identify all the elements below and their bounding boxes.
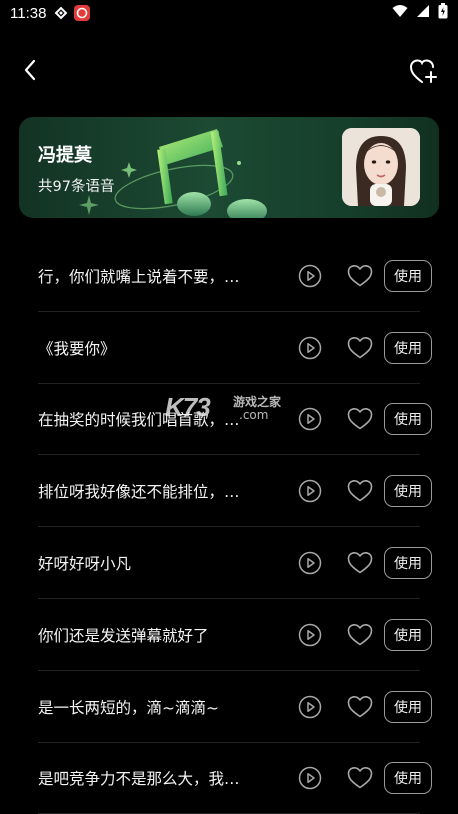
use-button[interactable]: 使用: [384, 403, 432, 436]
battery-icon: [438, 3, 448, 23]
heart-outline-icon: [347, 480, 373, 507]
voice-title: 在抽奖的时候我们唱首歌，…: [38, 411, 240, 430]
red-app-badge-icon: [74, 5, 91, 21]
like-button[interactable]: [347, 695, 373, 719]
play-circle-icon: [298, 767, 322, 794]
banner-name: 冯提莫: [38, 145, 92, 166]
voice-title: 你们还是发送弹幕就好了: [38, 626, 209, 645]
play-circle-icon: [298, 623, 322, 651]
play-button[interactable]: [298, 336, 322, 360]
heart-outline-icon: [347, 552, 373, 579]
play-button[interactable]: [298, 264, 322, 288]
like-button[interactable]: [347, 479, 373, 503]
banner-voice-count: 共97条语音: [38, 179, 115, 195]
heart-plus-icon: [409, 59, 437, 83]
chevron-left-icon: [24, 59, 36, 81]
list-item[interactable]: 是吧竞争力不是那么大，我… 使用: [0, 743, 458, 814]
voice-title: 好呀好呀小凡: [38, 555, 132, 574]
heart-outline-icon: [347, 767, 373, 794]
music-note-decoration-icon: [79, 129, 267, 218]
play-button[interactable]: [298, 623, 322, 647]
use-button[interactable]: 使用: [384, 331, 432, 364]
status-time: 11:38: [10, 4, 47, 22]
signal-icon: [416, 4, 430, 22]
use-button[interactable]: 使用: [384, 547, 432, 580]
voice-title: 是一长两短的，滴~滴滴~: [38, 698, 219, 717]
play-button[interactable]: [298, 551, 322, 575]
like-button[interactable]: [347, 336, 373, 360]
play-button[interactable]: [298, 407, 322, 431]
list-item[interactable]: 好呀好呀小凡 使用: [0, 527, 458, 599]
avatar: [342, 128, 420, 206]
voice-title: 《我要你》: [38, 339, 116, 358]
list-item[interactable]: 你们还是发送弹幕就好了 使用: [0, 599, 458, 671]
voice-title: 行，你们就嘴上说着不要，…: [38, 267, 240, 286]
heart-outline-icon: [347, 336, 373, 364]
voice-title: 是吧竞争力不是那么大，我…: [38, 770, 240, 789]
like-button[interactable]: [347, 623, 373, 647]
voice-title: 排位呀我好像还不能排位，…: [38, 483, 240, 502]
heart-outline-icon: [347, 623, 373, 651]
status-indicators: [392, 3, 448, 23]
list-item[interactable]: 行，你们就嘴上说着不要，… 使用: [0, 240, 458, 312]
heart-outline-icon: [347, 408, 373, 435]
use-button[interactable]: 使用: [384, 618, 432, 651]
use-button[interactable]: 使用: [384, 762, 432, 795]
list-item[interactable]: 排位呀我好像还不能排位，… 使用: [0, 455, 458, 528]
play-circle-icon: [298, 336, 322, 364]
play-circle-icon: [298, 695, 322, 723]
top-nav: [0, 48, 458, 92]
like-button[interactable]: [347, 766, 373, 790]
like-button[interactable]: [347, 407, 373, 431]
play-circle-icon: [298, 408, 322, 435]
back-button[interactable]: [16, 54, 44, 86]
play-circle-icon: [298, 480, 322, 507]
wifi-icon: [392, 4, 408, 22]
play-button[interactable]: [298, 695, 322, 719]
play-button[interactable]: [298, 479, 322, 503]
list-item[interactable]: 是一长两短的，滴~滴滴~ 使用: [0, 671, 458, 743]
like-button[interactable]: [347, 551, 373, 575]
play-circle-icon: [298, 551, 322, 579]
voice-pack-banner: 冯提莫 共97条语音: [19, 117, 439, 218]
use-button[interactable]: 使用: [384, 475, 432, 508]
list-item[interactable]: 在抽奖的时候我们唱首歌，… 使用: [0, 384, 458, 456]
heart-outline-icon: [347, 695, 373, 723]
status-bar: 11:38: [0, 0, 458, 26]
favorite-add-button[interactable]: [408, 56, 440, 88]
use-button[interactable]: 使用: [384, 690, 432, 723]
voice-list: 行，你们就嘴上说着不要，… 使用 《我要你》 使用 在抽奖的时候我们唱首歌，… 使用 排位呀…: [0, 240, 458, 814]
list-item[interactable]: 《我要你》 使用: [0, 312, 458, 384]
use-button[interactable]: 使用: [384, 259, 432, 292]
like-button[interactable]: [347, 264, 373, 288]
app-notification-icon: [54, 6, 68, 20]
play-button[interactable]: [298, 766, 322, 790]
play-circle-icon: [298, 264, 322, 292]
heart-outline-icon: [347, 264, 373, 292]
